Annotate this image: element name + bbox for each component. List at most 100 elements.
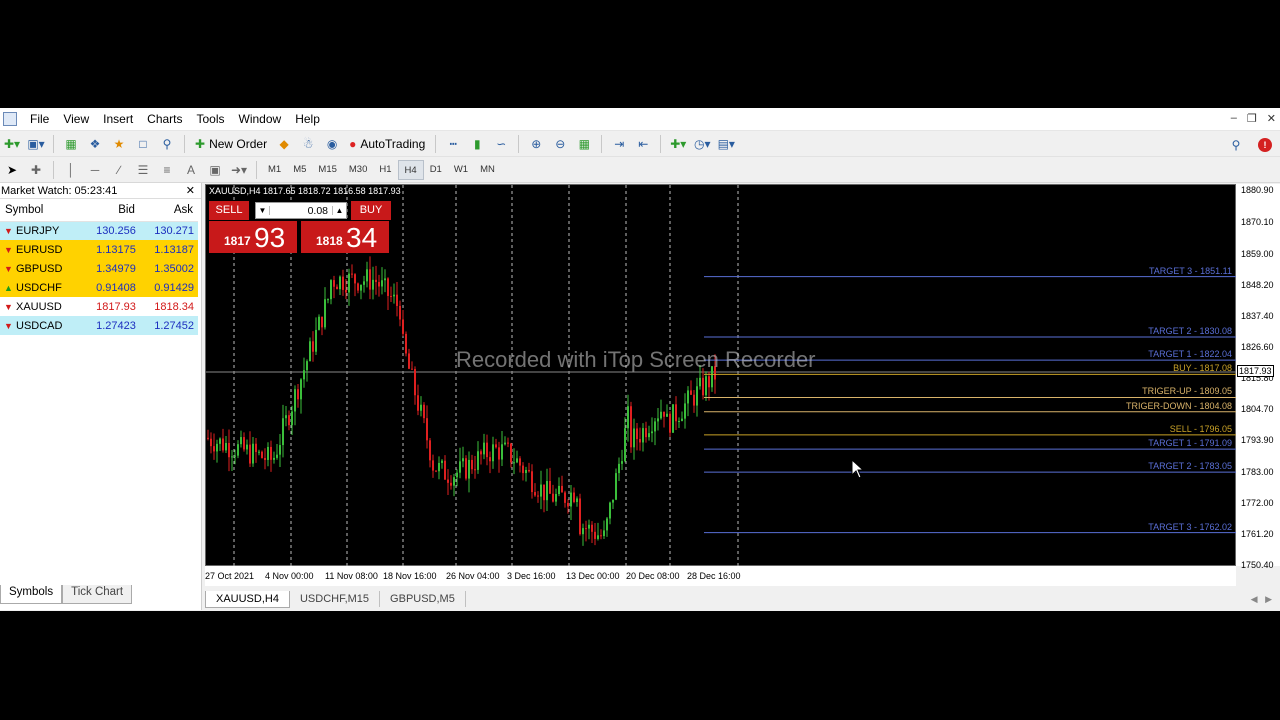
price-tick-label: 1793.90 [1241,435,1274,445]
sell-price-button[interactable]: 1817 93 [209,221,297,253]
horizontal-line-icon[interactable]: ─ [84,159,106,181]
candle-body [399,305,401,320]
symbol-cell[interactable]: ▼ USDCAD [0,316,82,335]
menu-charts[interactable]: Charts [140,108,189,131]
column-header-symbol[interactable]: Symbol [0,199,82,222]
lot-size-value[interactable]: 0.08 [270,205,332,217]
tab-tick-chart[interactable]: Tick Chart [62,585,133,604]
autoscroll-icon[interactable]: ⇥ [608,133,630,155]
candlestick-icon[interactable]: ▮ [466,133,488,155]
menu-window[interactable]: Window [232,108,289,131]
timeframe-h4[interactable]: H4 [397,159,424,180]
table-row[interactable]: ▼ XAUUSD 1817.93 1818.34 [0,297,198,316]
candle-body [675,404,677,422]
timeframe-m5[interactable]: M5 [287,160,312,180]
timeframe-m15[interactable]: M15 [312,160,342,180]
sell-button[interactable]: SELL [209,201,249,220]
symbol-cell[interactable]: ▲ USDCHF [0,278,82,297]
metaeditor-icon[interactable]: ◆ [273,133,295,155]
channel-icon[interactable]: ☰ [132,159,154,181]
lot-size-field[interactable]: ▼ 0.08 ▲ [255,202,347,219]
zoom-in-icon[interactable]: ⊕ [525,133,547,155]
bid-cell: 1.27423 [81,316,140,335]
market-icon[interactable]: ◉ [321,133,343,155]
trendline-icon[interactable]: ∕ [108,159,130,181]
tab-scroll-icon[interactable]: ◀ ▶ [1251,594,1272,605]
candle-body [384,278,386,281]
arrows-icon[interactable]: ➜▾ [228,159,250,181]
minimize-icon[interactable]: – [1231,112,1237,125]
signals-icon[interactable]: ☃ [297,133,319,155]
candle-body [570,492,572,507]
timeframe-d1[interactable]: D1 [424,160,448,180]
indicators-icon[interactable]: ✚▾ [667,133,689,155]
tile-windows-icon[interactable]: ▦ [573,133,595,155]
candle-body [363,281,365,285]
timeframe-m30[interactable]: M30 [343,160,373,180]
line-chart-icon[interactable]: ∽ [490,133,512,155]
table-row[interactable]: ▼ EURJPY 130.256 130.271 [0,221,198,240]
templates-icon[interactable]: ▤▾ [715,133,737,155]
menu-help[interactable]: Help [288,108,327,131]
market-watch-icon[interactable]: ▦ [60,133,82,155]
timeframe-h1[interactable]: H1 [373,160,397,180]
zoom-out-icon[interactable]: ⊖ [549,133,571,155]
terminal-icon[interactable]: □ [132,133,154,155]
vertical-line-icon[interactable]: │ [60,159,82,181]
crosshair-icon[interactable]: ✚ [25,159,47,181]
tab-gbpusd-m5[interactable]: GBPUSD,M5 [380,591,466,607]
column-header-ask[interactable]: Ask [139,199,198,222]
time-tick-label: 26 Nov 04:00 [446,571,500,581]
new-chart-icon[interactable]: ✚▾ [1,133,23,155]
tab-usdchf-m15[interactable]: USDCHF,M15 [290,591,381,607]
column-header-bid[interactable]: Bid [81,199,140,222]
table-row[interactable]: ▼ EURUSD 1.13175 1.13187 [0,240,198,259]
candle-body [237,444,239,456]
menu-insert[interactable]: Insert [96,108,140,131]
timeframe-m1[interactable]: M1 [262,160,287,180]
close-icon[interactable]: ✕ [186,183,195,199]
lot-decrease-icon[interactable]: ▼ [256,206,270,215]
symbol-cell[interactable]: ▼ GBPUSD [0,259,82,278]
candle-body [360,284,362,291]
lot-increase-icon[interactable]: ▲ [332,206,346,215]
buy-price-button[interactable]: 1818 34 [301,221,389,253]
new-order-button[interactable]: ✚ New Order [191,133,271,155]
periods-icon[interactable]: ◷▾ [691,133,713,155]
sell-price-big: 93 [254,222,286,253]
tester-icon[interactable]: ⚲ [156,133,178,155]
timeframe-mn[interactable]: MN [474,160,501,180]
new-order-icon: ✚ [195,136,206,151]
menu-view[interactable]: View [56,108,96,131]
table-row[interactable]: ▼ GBPUSD 1.34979 1.35002 [0,259,198,278]
symbol-cell[interactable]: ▼ XAUUSD [0,297,82,316]
buy-button[interactable]: BUY [351,201,391,220]
fibonacci-icon[interactable]: ≡ [156,159,178,181]
price-tick-label: 1870.10 [1241,217,1274,227]
chart-shift-icon[interactable]: ⇤ [632,133,654,155]
menu-tools[interactable]: Tools [190,108,232,131]
table-row[interactable]: ▼ USDCAD 1.27423 1.27452 [0,316,198,335]
tab-xauusd-h4[interactable]: XAUUSD,H4 [205,590,290,608]
candle-body [231,456,233,458]
autotrading-button[interactable]: ● AutoTrading [345,133,429,155]
menu-file[interactable]: File [23,108,56,131]
navigator-icon[interactable]: ❖ [84,133,106,155]
search-icon[interactable]: ⚲ [1225,134,1247,156]
notification-icon[interactable]: ! [1258,138,1272,152]
symbol-cell[interactable]: ▼ EURUSD [0,240,82,259]
candle-body [651,431,653,434]
symbol-cell[interactable]: ▼ EURJPY [0,221,82,240]
cursor-icon[interactable]: ➤ [1,159,23,181]
timeframe-w1[interactable]: W1 [448,160,474,180]
data-window-icon[interactable]: ★ [108,133,130,155]
profiles-icon[interactable]: ▣▾ [25,133,47,155]
label-icon[interactable]: ▣ [204,159,226,181]
tab-symbols[interactable]: Symbols [0,585,63,604]
close-icon[interactable]: ✕ [1267,112,1276,125]
restore-icon[interactable]: ❐ [1247,112,1257,125]
table-row[interactable]: ▲ USDCHF 0.91408 0.91429 [0,278,198,297]
text-icon[interactable]: A [180,159,202,181]
bar-chart-icon[interactable]: ┅ [442,133,464,155]
price-chart[interactable]: Recorded with iTop Screen Recorder XAUUS… [205,184,1237,567]
